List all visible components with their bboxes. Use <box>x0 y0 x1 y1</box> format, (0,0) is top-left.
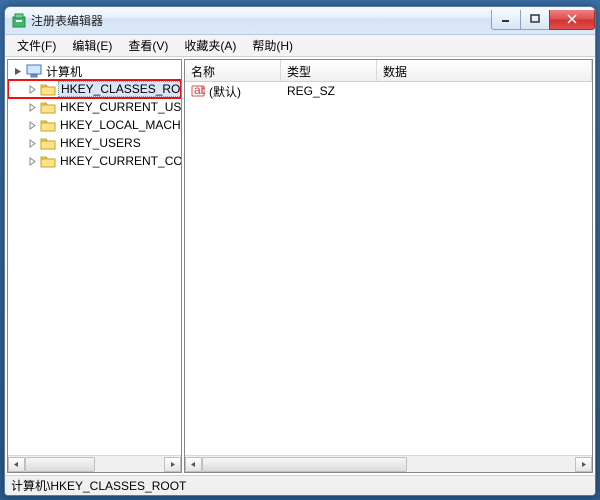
string-value-icon: ab <box>191 84 205 98</box>
values-list[interactable]: ab(默认)REG_SZ <box>185 82 592 455</box>
tree-item-label: HKEY_LOCAL_MACHINE <box>58 118 181 132</box>
column-name[interactable]: 名称 <box>185 60 281 81</box>
folder-icon <box>40 154 56 168</box>
scroll-thumb[interactable] <box>25 457 95 472</box>
window-controls <box>492 10 595 30</box>
folder-icon <box>40 100 56 114</box>
status-path: 计算机\HKEY_CLASSES_ROOT <box>11 477 186 494</box>
window-title: 注册表编辑器 <box>31 12 492 29</box>
menubar: 文件(F) 编辑(E) 查看(V) 收藏夹(A) 帮助(H) <box>5 35 595 57</box>
expand-icon[interactable] <box>26 101 38 113</box>
folder-icon <box>40 136 56 150</box>
svg-text:ab: ab <box>194 84 205 97</box>
cell-name: ab(默认) <box>185 83 281 100</box>
scroll-right-button[interactable] <box>575 457 592 472</box>
computer-icon <box>26 64 42 78</box>
expand-icon[interactable] <box>26 119 38 131</box>
menu-favorites[interactable]: 收藏夹(A) <box>176 35 244 56</box>
menu-edit[interactable]: 编辑(E) <box>64 35 120 56</box>
tree-item-label: HKEY_CLASSES_ROOT <box>58 81 181 97</box>
titlebar[interactable]: 注册表编辑器 <box>5 7 595 35</box>
registry-editor-window: 注册表编辑器 文件(F) 编辑(E) 查看(V) 收藏夹(A) 帮助(H) 计算… <box>4 6 596 496</box>
minimize-button[interactable] <box>491 10 521 30</box>
expand-icon[interactable] <box>26 155 38 167</box>
tree-item-label: HKEY_USERS <box>58 136 143 150</box>
maximize-button[interactable] <box>520 10 550 30</box>
statusbar: 计算机\HKEY_CLASSES_ROOT <box>5 475 595 495</box>
tree-item-hkey-users[interactable]: HKEY_USERS <box>8 134 181 152</box>
tree-root-label: 计算机 <box>44 63 84 80</box>
folder-icon <box>40 118 56 132</box>
tree-item-hkey-classes-root[interactable]: HKEY_CLASSES_ROOT <box>8 80 181 98</box>
folder-icon <box>40 82 56 96</box>
column-data[interactable]: 数据 <box>377 60 592 81</box>
scroll-track[interactable] <box>202 457 575 472</box>
expand-icon[interactable] <box>26 137 38 149</box>
scroll-thumb[interactable] <box>202 457 407 472</box>
list-horizontal-scrollbar[interactable] <box>185 455 592 472</box>
tree-pane: 计算机 HKEY_CLASSES_ROOT HKEY_CURRENT_USER HK… <box>7 59 182 473</box>
content-area: 计算机 HKEY_CLASSES_ROOT HKEY_CURRENT_USER HK… <box>5 57 595 475</box>
tree-horizontal-scrollbar[interactable] <box>8 455 181 472</box>
expand-icon[interactable] <box>26 83 38 95</box>
tree-item-label: HKEY_CURRENT_CONFIG <box>58 154 181 168</box>
scroll-left-button[interactable] <box>185 457 202 472</box>
scroll-right-button[interactable] <box>164 457 181 472</box>
menu-view[interactable]: 查看(V) <box>120 35 176 56</box>
tree-item-hkey-local-machine[interactable]: HKEY_LOCAL_MACHINE <box>8 116 181 134</box>
app-icon <box>11 13 27 29</box>
tree-item-hkey-current-config[interactable]: HKEY_CURRENT_CONFIG <box>8 152 181 170</box>
collapse-icon[interactable] <box>12 65 24 77</box>
tree-item-hkey-current-user[interactable]: HKEY_CURRENT_USER <box>8 98 181 116</box>
scroll-track[interactable] <box>25 457 164 472</box>
close-button[interactable] <box>549 10 595 30</box>
menu-file[interactable]: 文件(F) <box>9 35 64 56</box>
tree-item-label: HKEY_CURRENT_USER <box>58 100 181 114</box>
column-type[interactable]: 类型 <box>281 60 377 81</box>
menu-help[interactable]: 帮助(H) <box>244 35 301 56</box>
list-header: 名称 类型 数据 <box>185 60 592 82</box>
scroll-left-button[interactable] <box>8 457 25 472</box>
cell-type: REG_SZ <box>281 84 377 98</box>
values-pane: 名称 类型 数据 ab(默认)REG_SZ <box>184 59 593 473</box>
list-row[interactable]: ab(默认)REG_SZ <box>185 82 592 100</box>
tree-root-computer[interactable]: 计算机 <box>8 62 181 80</box>
registry-tree[interactable]: 计算机 HKEY_CLASSES_ROOT HKEY_CURRENT_USER HK… <box>8 60 181 455</box>
